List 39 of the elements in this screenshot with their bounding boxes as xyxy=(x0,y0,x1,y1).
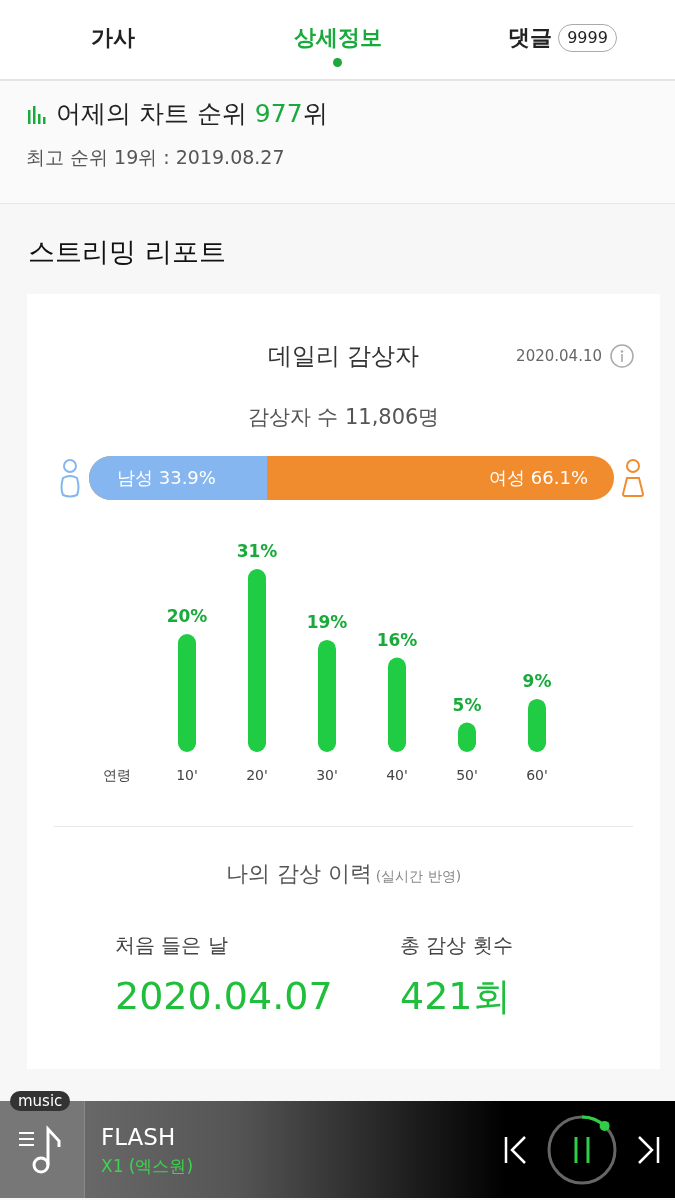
history-title: 나의 감상 이력 xyxy=(225,859,372,888)
female-share: 여성 66.1% xyxy=(488,466,589,490)
value-label: 9% xyxy=(522,670,552,691)
male-share: 남성 33.9% xyxy=(89,455,267,500)
chart-rank-text: 어제의 차트 순위 977위 xyxy=(56,98,328,130)
section-heading: 스트리밍 리포트 xyxy=(27,235,227,269)
report-date: 2020.04.10 xyxy=(516,345,602,367)
chart-icon xyxy=(26,103,48,124)
bar xyxy=(458,722,476,752)
value-label: 16% xyxy=(376,629,418,650)
next-icon[interactable] xyxy=(635,1134,661,1165)
tab[interactable]: 가사 xyxy=(0,0,225,79)
artist-name: X1 (엑스원) xyxy=(101,1155,194,1178)
axis-label: 연령 xyxy=(103,766,131,783)
first-listen-value: 2020.04.07 xyxy=(115,972,334,1020)
axis-label: 30' xyxy=(316,766,338,783)
axis-label: 50' xyxy=(456,766,478,783)
music-badge: music xyxy=(10,1091,71,1111)
report-title: 데일리 감상자 xyxy=(267,341,420,372)
listener-count: 감상자 수 11,806명 xyxy=(246,404,441,431)
song-title: FLASH xyxy=(101,1122,177,1152)
best-rank-text: 최고 순위 19위 : 2019.08.27 xyxy=(26,144,286,170)
axis-label: 10' xyxy=(176,766,198,783)
value-label: 5% xyxy=(452,694,482,714)
bar xyxy=(528,698,546,752)
male-icon xyxy=(59,457,81,498)
value-label: 20% xyxy=(166,605,208,626)
tab[interactable]: 댓글 9999 xyxy=(450,0,675,79)
axis-label: 60' xyxy=(526,766,548,783)
history-note: (실시간 반영) xyxy=(375,866,462,886)
first-listen-label: 처음 들은 날 xyxy=(115,931,229,959)
listen-count-value: 421회 xyxy=(400,972,512,1020)
axis-label: 20' xyxy=(246,766,268,783)
previous-icon[interactable] xyxy=(503,1134,529,1165)
female-icon xyxy=(622,457,644,498)
value-label: 19% xyxy=(306,611,348,632)
value-label: 31% xyxy=(236,540,278,561)
listen-count-label: 총 감상 횟수 xyxy=(400,931,514,959)
axis-label: 40' xyxy=(386,766,408,783)
